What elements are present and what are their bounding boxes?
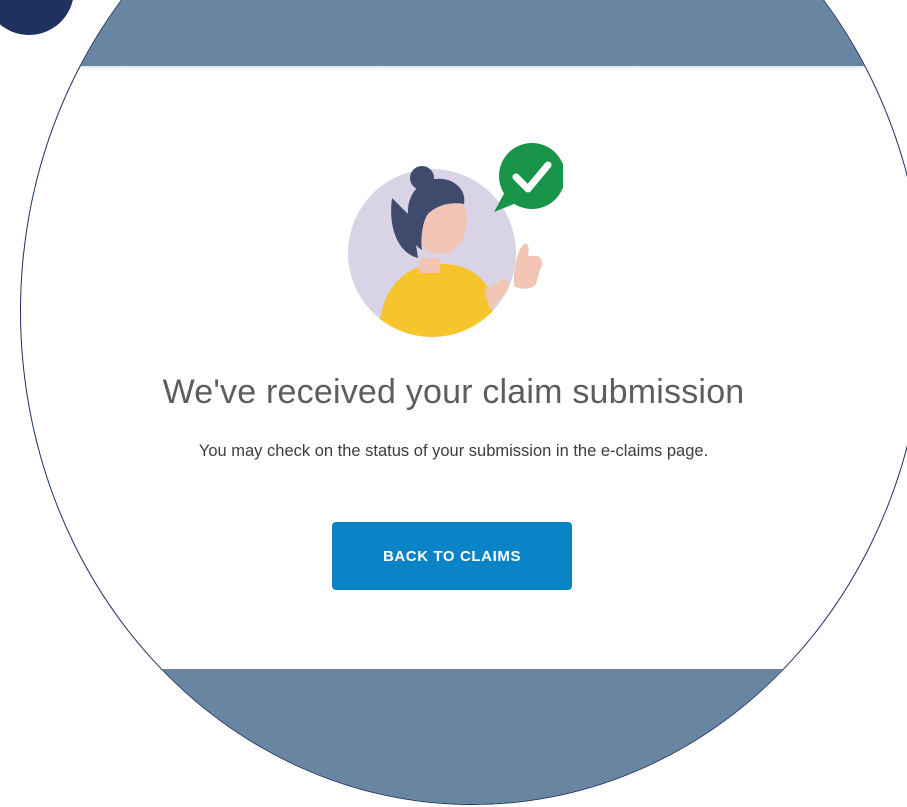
person-thumbs-up-illustration xyxy=(348,143,563,337)
check-icon xyxy=(494,143,563,212)
thumb xyxy=(514,243,543,289)
hair-bun xyxy=(410,166,434,190)
page-title: We've received your claim submission xyxy=(162,373,745,411)
confirmation-card: We've received your claim submission You… xyxy=(0,0,907,807)
back-to-claims-button[interactable]: BACK TO CLAIMS xyxy=(332,522,572,590)
status-message: You may check on the status of your subm… xyxy=(198,442,709,460)
neck xyxy=(420,258,440,273)
